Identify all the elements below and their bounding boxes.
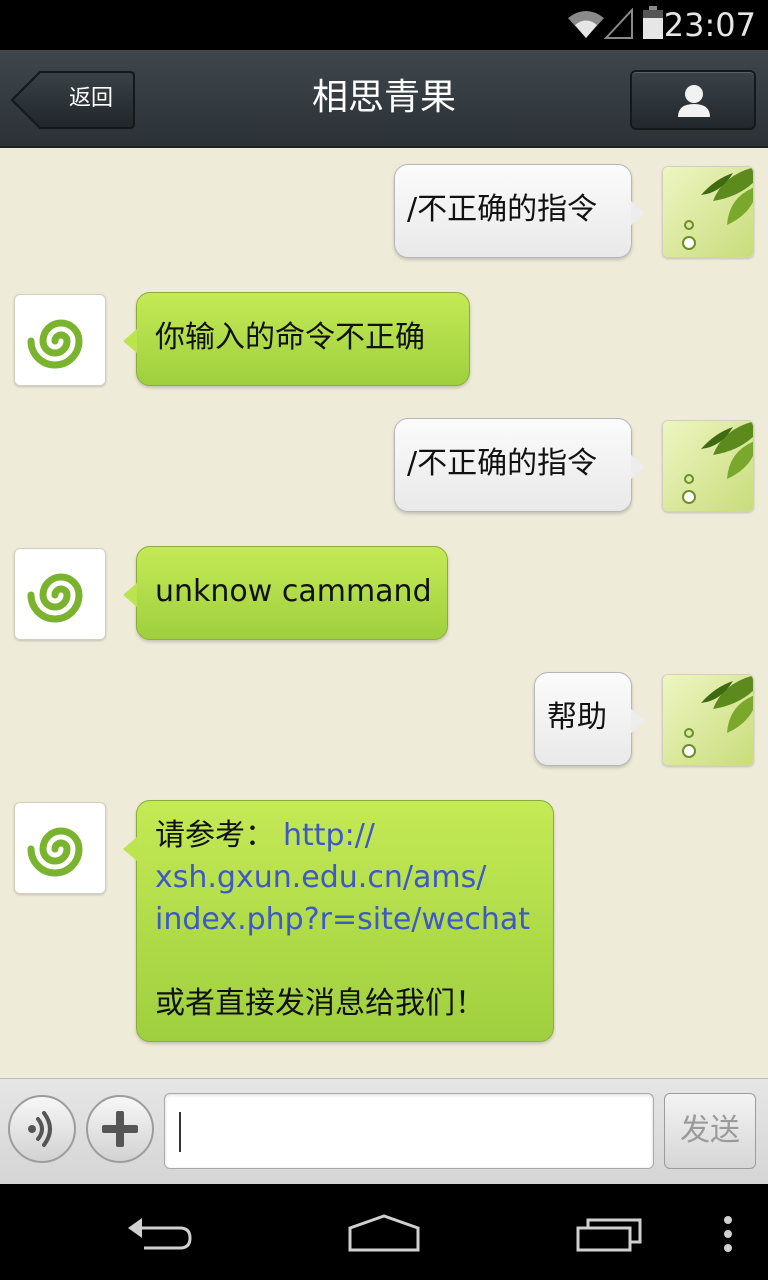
avatar-bot[interactable] — [14, 294, 106, 386]
bubble-tail — [123, 329, 137, 353]
home-icon[interactable] — [346, 1214, 422, 1254]
cell-signal-icon — [604, 8, 633, 39]
bubble-tail — [631, 201, 645, 225]
bubble-tail — [123, 583, 137, 607]
send-button[interactable]: 发送 — [664, 1093, 756, 1169]
message-bubble-received[interactable]: 你输入的命令不正确 — [123, 292, 470, 386]
input-bar: 发送 — [0, 1078, 768, 1184]
swirl-logo-icon — [27, 827, 83, 877]
title-bar: 返回 相思青果 — [0, 50, 768, 148]
voice-icon — [28, 1111, 52, 1147]
swirl-logo-icon — [27, 319, 83, 369]
message-text: 你输入的命令不正确 — [155, 320, 425, 355]
message-bubble-received[interactable]: unknow cammand — [123, 546, 448, 640]
voice-button[interactable] — [8, 1095, 76, 1163]
battery-icon — [643, 6, 663, 39]
avatar-bot[interactable] — [14, 548, 106, 640]
avatar-bot[interactable] — [14, 802, 106, 894]
person-icon — [678, 85, 710, 117]
plus-button[interactable] — [86, 1095, 154, 1163]
message-link[interactable]: index.php?r=site/wechat — [155, 899, 530, 941]
nav-bar — [0, 1184, 768, 1280]
message-input[interactable] — [164, 1093, 654, 1169]
message-text: 帮助 — [547, 700, 607, 735]
message-text: /不正确的指令 — [407, 446, 598, 481]
avatar-user[interactable] — [662, 166, 754, 258]
clock-time: 23:07 — [663, 6, 756, 44]
message-text: 请参考： — [155, 818, 275, 853]
bubble-tail — [123, 837, 137, 861]
message-text: unknow cammand — [155, 574, 432, 609]
avatar-user[interactable] — [662, 674, 754, 766]
profile-button[interactable] — [630, 70, 756, 130]
avatar-user[interactable] — [662, 420, 754, 512]
wifi-icon — [568, 11, 604, 38]
message-bubble-sent[interactable]: /不正确的指令 — [394, 164, 645, 258]
status-bar: 23:07 — [0, 0, 768, 50]
menu-icon[interactable] — [720, 1214, 736, 1254]
message-text: 或者直接发消息给我们！ — [155, 986, 485, 1021]
leaf-avatar-icon — [663, 421, 753, 511]
message-bubble-sent[interactable]: /不正确的指令 — [394, 418, 645, 512]
message-link[interactable]: http:// — [283, 815, 375, 857]
plus-icon — [102, 1111, 138, 1147]
bubble-tail — [631, 709, 645, 733]
leaf-avatar-icon — [663, 167, 753, 257]
chat-area[interactable]: /不正确的指令 你输入的命令不正确 /不正确的指令 unknow cammand… — [0, 148, 768, 1078]
text-caret — [179, 1112, 181, 1152]
message-bubble-received[interactable]: 请参考： http:// xsh.gxun.edu.cn/ams/ index.… — [123, 800, 554, 1042]
recents-icon[interactable] — [574, 1214, 646, 1254]
leaf-avatar-icon — [663, 675, 753, 765]
bubble-tail — [631, 455, 645, 479]
message-text: /不正确的指令 — [407, 192, 598, 227]
back-nav-icon[interactable] — [124, 1214, 196, 1254]
message-link[interactable]: xsh.gxun.edu.cn/ams/ — [155, 857, 486, 899]
message-bubble-sent[interactable]: 帮助 — [534, 672, 645, 766]
swirl-logo-icon — [27, 573, 83, 623]
